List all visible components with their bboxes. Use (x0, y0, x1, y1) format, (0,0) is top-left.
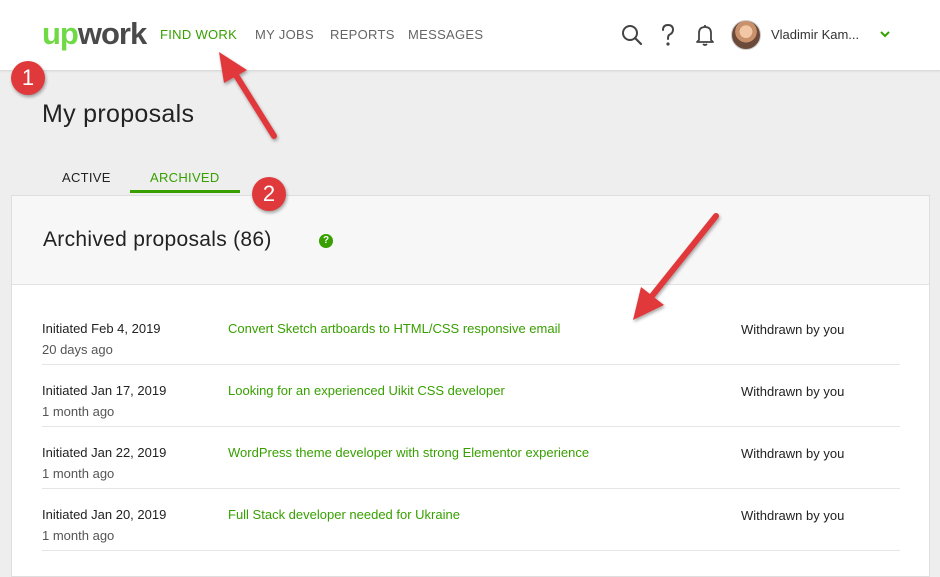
proposal-row: Initiated Jan 22, 2019 1 month ago WordP… (42, 426, 900, 489)
question-circle-icon[interactable]: ? (319, 234, 333, 248)
nav-find-work[interactable]: FIND WORK (160, 27, 237, 42)
annotation-marker-1: 1 (11, 61, 45, 95)
proposal-status: Withdrawn by you (741, 446, 845, 461)
initiated-date: Initiated Jan 20, 2019 (42, 507, 167, 522)
panel-header: Archived proposals (86) ? (12, 196, 929, 285)
job-title-link[interactable]: Convert Sketch artboards to HTML/CSS res… (228, 321, 560, 336)
proposal-row: Initiated Jan 17, 2019 1 month ago Looki… (42, 364, 900, 427)
nav-messages[interactable]: MESSAGES (408, 27, 483, 42)
initiated-date: Initiated Feb 4, 2019 (42, 321, 161, 336)
help-icon[interactable] (656, 22, 680, 48)
initiated-date: Initiated Jan 22, 2019 (42, 445, 167, 460)
proposal-row: Initiated Feb 4, 2019 20 days ago Conver… (42, 302, 900, 365)
proposal-status: Withdrawn by you (741, 508, 845, 523)
tab-active[interactable]: ACTIVE (62, 170, 111, 185)
relative-time: 1 month ago (42, 466, 115, 481)
logo-work-text: work (77, 16, 147, 51)
top-navbar: upwork FIND WORK MY JOBS REPORTS MESSAGE… (0, 0, 940, 71)
user-name[interactable]: Vladimir Kam... (771, 27, 859, 42)
annotation-marker-2: 2 (252, 177, 286, 211)
relative-time: 1 month ago (42, 404, 115, 419)
search-icon[interactable] (620, 22, 644, 48)
active-tab-indicator (130, 190, 240, 193)
job-title-link[interactable]: Full Stack developer needed for Ukraine (228, 507, 460, 522)
job-title-link[interactable]: WordPress theme developer with strong El… (228, 445, 589, 460)
job-title-link[interactable]: Looking for an experienced Uikit CSS dev… (228, 383, 505, 398)
proposal-status: Withdrawn by you (741, 322, 845, 337)
panel-title: Archived proposals (86) (43, 228, 272, 251)
relative-time: 1 month ago (42, 528, 115, 543)
nav-reports[interactable]: REPORTS (330, 27, 395, 42)
page-title: My proposals (42, 100, 195, 128)
avatar[interactable] (731, 20, 761, 50)
upwork-logo[interactable]: upwork (42, 14, 147, 54)
nav-my-jobs[interactable]: MY JOBS (255, 27, 314, 42)
initiated-date: Initiated Jan 17, 2019 (42, 383, 167, 398)
relative-time: 20 days ago (42, 342, 113, 357)
bell-icon[interactable] (693, 22, 717, 48)
chevron-down-icon[interactable] (878, 27, 892, 41)
proposal-status: Withdrawn by you (741, 384, 845, 399)
tab-archived[interactable]: ARCHIVED (150, 170, 220, 185)
proposal-row: Initiated Jan 20, 2019 1 month ago Full … (42, 488, 900, 551)
archived-proposals-panel: Archived proposals (86) ? Initiated Feb … (11, 195, 930, 577)
logo-up-text: up (42, 16, 79, 51)
